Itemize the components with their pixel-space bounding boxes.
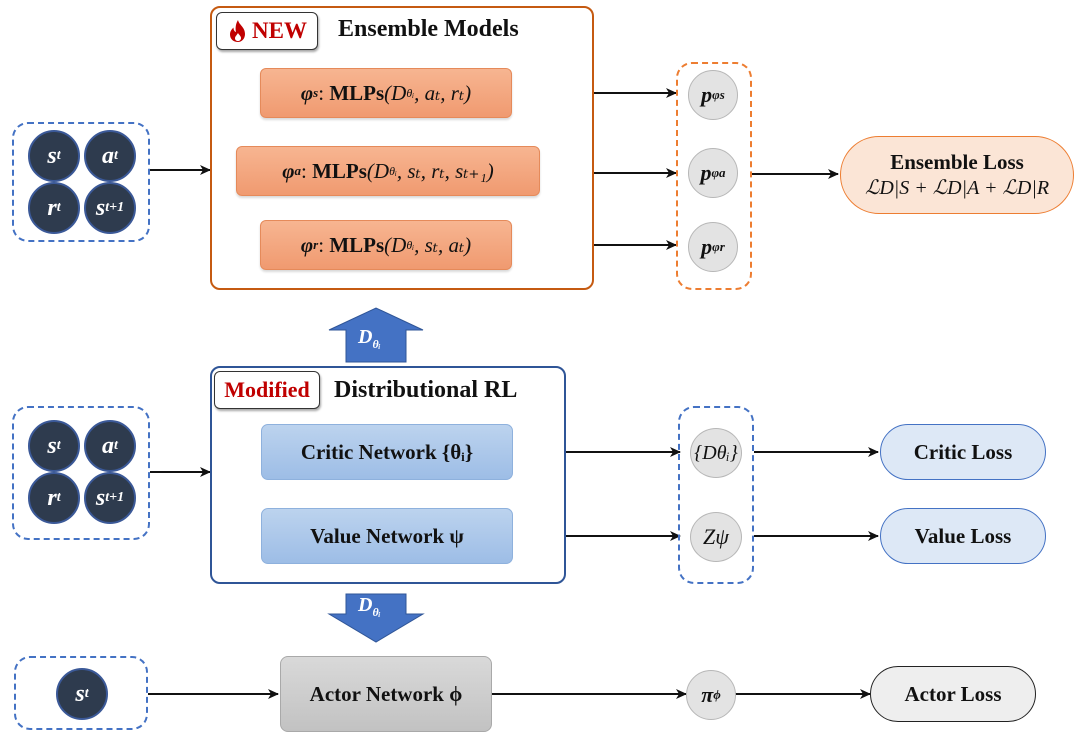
output-p-phi-s: p φs bbox=[688, 70, 738, 120]
ensemble-loss[interactable]: Ensemble Loss ℒD|S + ℒD|A + ℒD|R bbox=[840, 136, 1074, 214]
mlp-phi-r[interactable]: φr: MLPs (D θᵢ, sₜ, aₜ) bbox=[260, 220, 512, 270]
fire-icon bbox=[230, 20, 246, 42]
input-group-bottom: st bbox=[14, 656, 148, 730]
up-arrow-label: Dθᵢ bbox=[358, 326, 381, 351]
down-arrow-label: Dθᵢ bbox=[358, 594, 381, 619]
input-node-rt: rt bbox=[28, 472, 80, 524]
actor-network[interactable]: Actor Network ϕ bbox=[280, 656, 492, 732]
input-node-st1: s t+1 bbox=[84, 182, 136, 234]
new-tag: NEW bbox=[216, 12, 318, 50]
input-node-st: st bbox=[28, 420, 80, 472]
output-critic-distribution: {Dθᵢ} bbox=[690, 428, 742, 478]
output-z-psi: Zψ bbox=[690, 512, 742, 562]
output-p-phi-a: p φa bbox=[688, 148, 738, 198]
actor-loss[interactable]: Actor Loss bbox=[870, 666, 1036, 722]
input-group-mid: st at rt s t+1 bbox=[12, 406, 150, 540]
input-node-at: at bbox=[84, 420, 136, 472]
input-node-st: st bbox=[56, 668, 108, 720]
input-node-st: st bbox=[28, 130, 80, 182]
ensemble-title: Ensemble Models bbox=[338, 16, 519, 42]
input-node-rt: rt bbox=[28, 182, 80, 234]
distributional-title: Distributional RL bbox=[334, 377, 518, 403]
critic-loss[interactable]: Critic Loss bbox=[880, 424, 1046, 480]
critic-network[interactable]: Critic Network {θᵢ} bbox=[261, 424, 513, 480]
input-group-top: st at rt s t+1 bbox=[12, 122, 150, 242]
input-node-at: at bbox=[84, 130, 136, 182]
value-network[interactable]: Value Network ψ bbox=[261, 508, 513, 564]
value-loss[interactable]: Value Loss bbox=[880, 508, 1046, 564]
modified-tag: Modified bbox=[214, 371, 320, 409]
output-p-phi-r: p φr bbox=[688, 222, 738, 272]
mlp-phi-s[interactable]: φs: MLPs (D θᵢ, aₜ, rₜ) bbox=[260, 68, 512, 118]
mlp-phi-a[interactable]: φa: MLPs (D θᵢ, sₜ, rₜ, sₜ₊₁) bbox=[236, 146, 540, 196]
input-node-st1: s t+1 bbox=[84, 472, 136, 524]
output-pi-phi: πϕ bbox=[686, 670, 736, 720]
